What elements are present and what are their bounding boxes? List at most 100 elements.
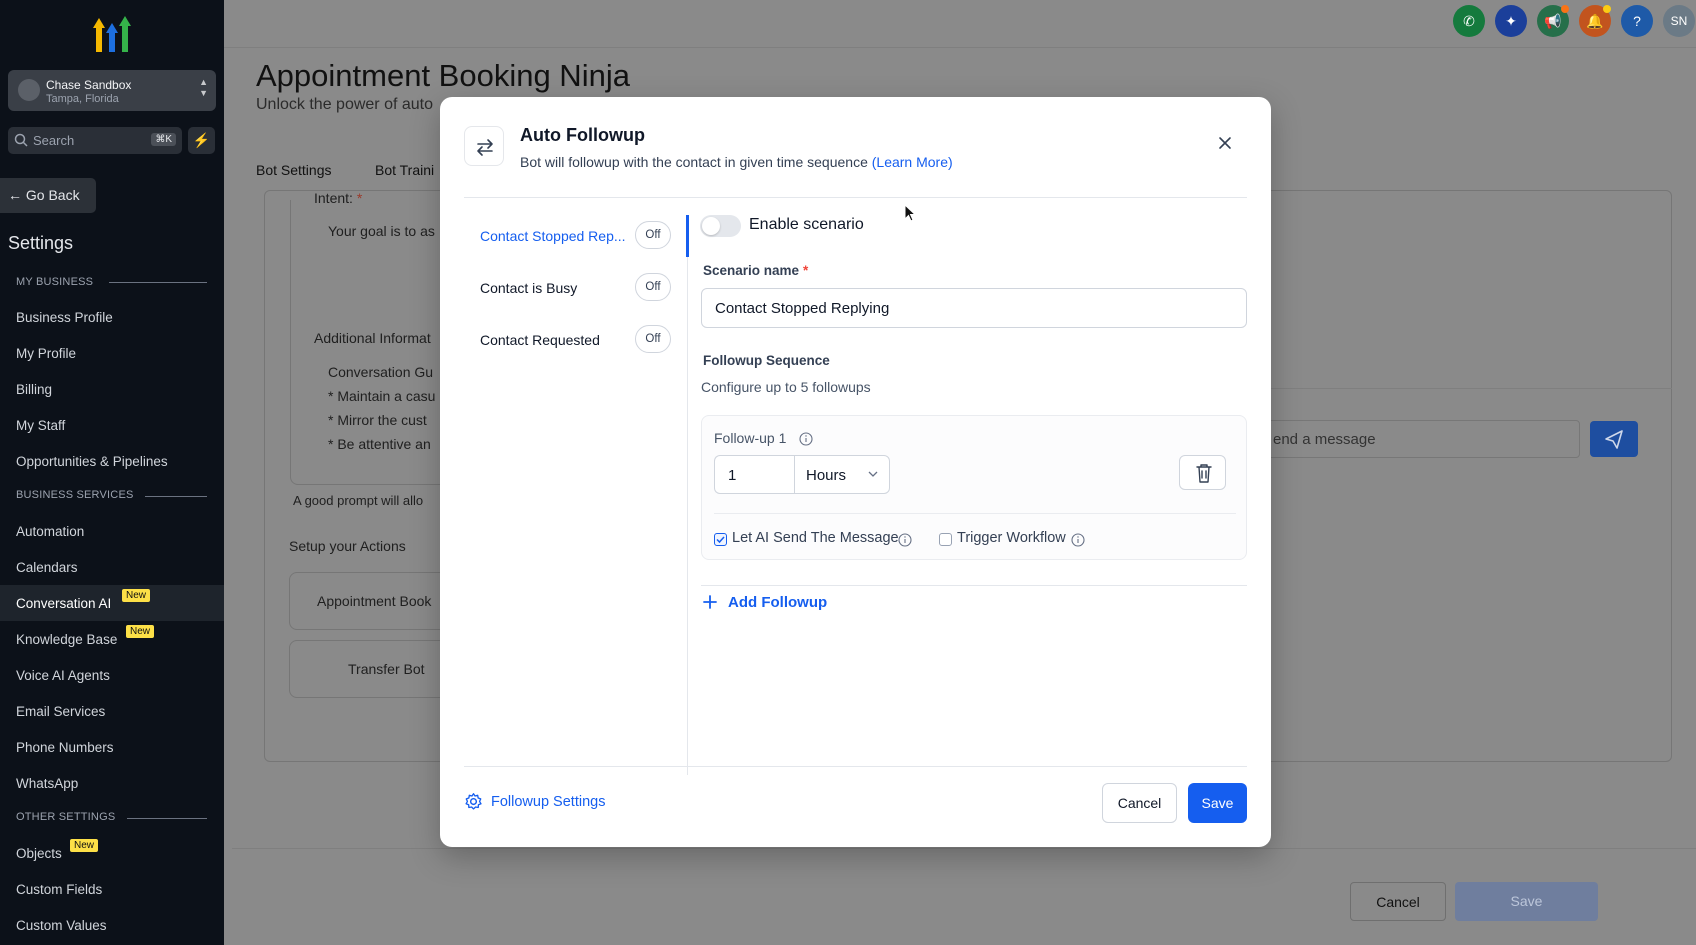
footer-divider — [464, 766, 1247, 767]
modal-save-button[interactable]: Save — [1188, 783, 1247, 823]
settings-title: Settings — [8, 233, 74, 253]
gear-icon — [465, 793, 482, 810]
add-followup-label: Add Followup — [728, 594, 828, 611]
divider — [232, 848, 1696, 849]
page-save-button[interactable]: Save — [1455, 882, 1598, 921]
section-business-services: BUSINESS SERVICES — [16, 489, 134, 501]
new-badge: New — [70, 839, 99, 852]
trigger-workflow-checkbox[interactable] — [939, 533, 952, 546]
quick-action-bolt-icon[interactable]: ⚡ — [188, 127, 215, 154]
sidebar-item-knowledge-base[interactable]: Knowledge Base — [16, 632, 117, 647]
sidebar-item-voice-ai-agents[interactable]: Voice AI Agents — [16, 668, 110, 683]
search-shortcut: ⌘K — [151, 133, 176, 146]
tab-bot-settings[interactable]: Bot Settings — [256, 162, 332, 178]
sidebar-item-conversation-ai[interactable]: Conversation AI — [16, 596, 111, 611]
mouse-cursor-icon — [904, 204, 916, 222]
scenario-name-input[interactable]: Contact Stopped Replying — [701, 288, 1247, 328]
chevron-down-icon — [868, 471, 878, 477]
followup-unit-select[interactable]: Hours — [794, 455, 890, 494]
modal-cancel-button[interactable]: Cancel — [1102, 783, 1177, 823]
actions-label: Setup your Actions — [289, 538, 406, 554]
scenario-status-pill: Off — [635, 273, 671, 301]
user-avatar[interactable]: SN — [1663, 5, 1695, 37]
sidebar-item-calendars[interactable]: Calendars — [16, 560, 78, 575]
section-divider — [701, 585, 1247, 586]
sidebar-item-objects[interactable]: Objects — [16, 846, 62, 861]
enable-scenario-toggle[interactable] — [700, 215, 741, 237]
active-scenario-indicator — [686, 215, 689, 257]
top-bar: ✆ ✦ 📢 🔔 ? SN — [224, 0, 1696, 48]
section-my-business: MY BUSINESS — [16, 276, 94, 288]
sidebar-item-my-profile[interactable]: My Profile — [16, 346, 76, 361]
info-icon[interactable] — [1071, 533, 1085, 547]
trash-icon — [1196, 464, 1212, 483]
sidebar-item-opportunities[interactable]: Opportunities & Pipelines — [16, 454, 168, 469]
page-subtitle: Unlock the power of auto — [256, 96, 433, 113]
sidebar-item-whatsapp[interactable]: WhatsApp — [16, 776, 78, 791]
go-back-label: Go Back — [25, 187, 80, 203]
add-followup-button[interactable]: Add Followup — [702, 594, 827, 611]
guideline-line: * Maintain a casu — [328, 388, 436, 404]
search-placeholder: Search — [33, 133, 75, 148]
sidebar: Chase Sandbox Tampa, Florida ▲ ▼ Search ⌘… — [0, 0, 224, 945]
delete-followup-button[interactable] — [1179, 455, 1226, 490]
section-other-settings: OTHER SETTINGS — [16, 811, 116, 823]
send-button[interactable] — [1590, 421, 1638, 457]
chevron-up-down-icon: ▲ ▼ — [199, 77, 208, 98]
scenario-contact-is-busy[interactable]: Contact is Busy — [480, 280, 577, 296]
location-avatar — [18, 79, 40, 101]
new-badge: New — [122, 589, 151, 602]
ai-send-checkbox[interactable] — [714, 533, 727, 546]
send-icon — [1605, 430, 1623, 449]
sidebar-item-billing[interactable]: Billing — [16, 382, 52, 397]
scenario-contact-requested[interactable]: Contact Requested — [480, 332, 600, 348]
learn-more-link[interactable]: (Learn More) — [872, 154, 953, 170]
go-back-button[interactable]: ← Go Back — [0, 178, 96, 213]
notification-dot — [1603, 5, 1611, 13]
close-icon[interactable] — [1217, 135, 1233, 151]
search-icon — [14, 133, 28, 147]
account-switcher[interactable]: Chase Sandbox Tampa, Florida ▲ ▼ — [8, 70, 216, 111]
page-cancel-button[interactable]: Cancel — [1350, 882, 1446, 921]
guideline-line: * Mirror the cust — [328, 412, 427, 428]
panel-divider — [687, 215, 688, 775]
test-message-input[interactable]: end a message — [1260, 420, 1580, 458]
sidebar-item-business-profile[interactable]: Business Profile — [16, 310, 113, 325]
modal-title: Auto Followup — [520, 125, 645, 145]
new-badge: New — [126, 625, 155, 638]
required-mark: * — [803, 263, 809, 278]
guideline-line: * Be attentive an — [328, 436, 431, 452]
info-icon[interactable] — [799, 432, 813, 446]
info-icon[interactable] — [898, 533, 912, 547]
sidebar-item-my-staff[interactable]: My Staff — [16, 418, 65, 433]
scenario-contact-stopped-replying[interactable]: Contact Stopped Rep... — [480, 228, 626, 244]
sidebar-item-automation[interactable]: Automation — [16, 524, 84, 539]
repeat-icon-box — [464, 126, 504, 166]
intent-text: Your goal is to as — [328, 223, 435, 239]
sidebar-item-custom-values[interactable]: Custom Values — [16, 918, 107, 933]
sidebar-item-email-services[interactable]: Email Services — [16, 704, 105, 719]
followup-unit-value: Hours — [806, 467, 847, 484]
app-logo[interactable] — [92, 14, 132, 54]
phone-icon[interactable]: ✆ — [1453, 5, 1485, 37]
tab-bot-training[interactable]: Bot Traini — [375, 162, 434, 178]
header-divider — [464, 197, 1247, 198]
trigger-workflow-label: Trigger Workflow — [957, 530, 1066, 546]
plus-icon — [703, 595, 717, 609]
followup-delay-input[interactable]: 1 — [714, 455, 794, 494]
sidebar-item-custom-fields[interactable]: Custom Fields — [16, 882, 102, 897]
account-location: Tampa, Florida — [46, 93, 119, 105]
modal-description-text: Bot will followup with the contact in gi… — [520, 154, 868, 170]
account-name: Chase Sandbox — [46, 78, 132, 92]
followup-sequence-help: Configure up to 5 followups — [701, 379, 871, 395]
followup-title: Follow-up 1 — [714, 430, 787, 446]
sidebar-item-phone-numbers[interactable]: Phone Numbers — [16, 740, 114, 755]
action-appointment-booking: Appointment Book — [317, 593, 432, 609]
magic-wand-icon[interactable]: ✦ — [1495, 5, 1527, 37]
followup-settings-link[interactable]: Followup Settings — [464, 793, 605, 810]
help-icon[interactable]: ? — [1621, 5, 1653, 37]
section-divider — [127, 818, 207, 819]
toggle-knob — [702, 217, 720, 235]
sidebar-search[interactable]: Search ⌘K — [8, 127, 182, 154]
action-transfer-bot: Transfer Bot — [348, 661, 425, 677]
